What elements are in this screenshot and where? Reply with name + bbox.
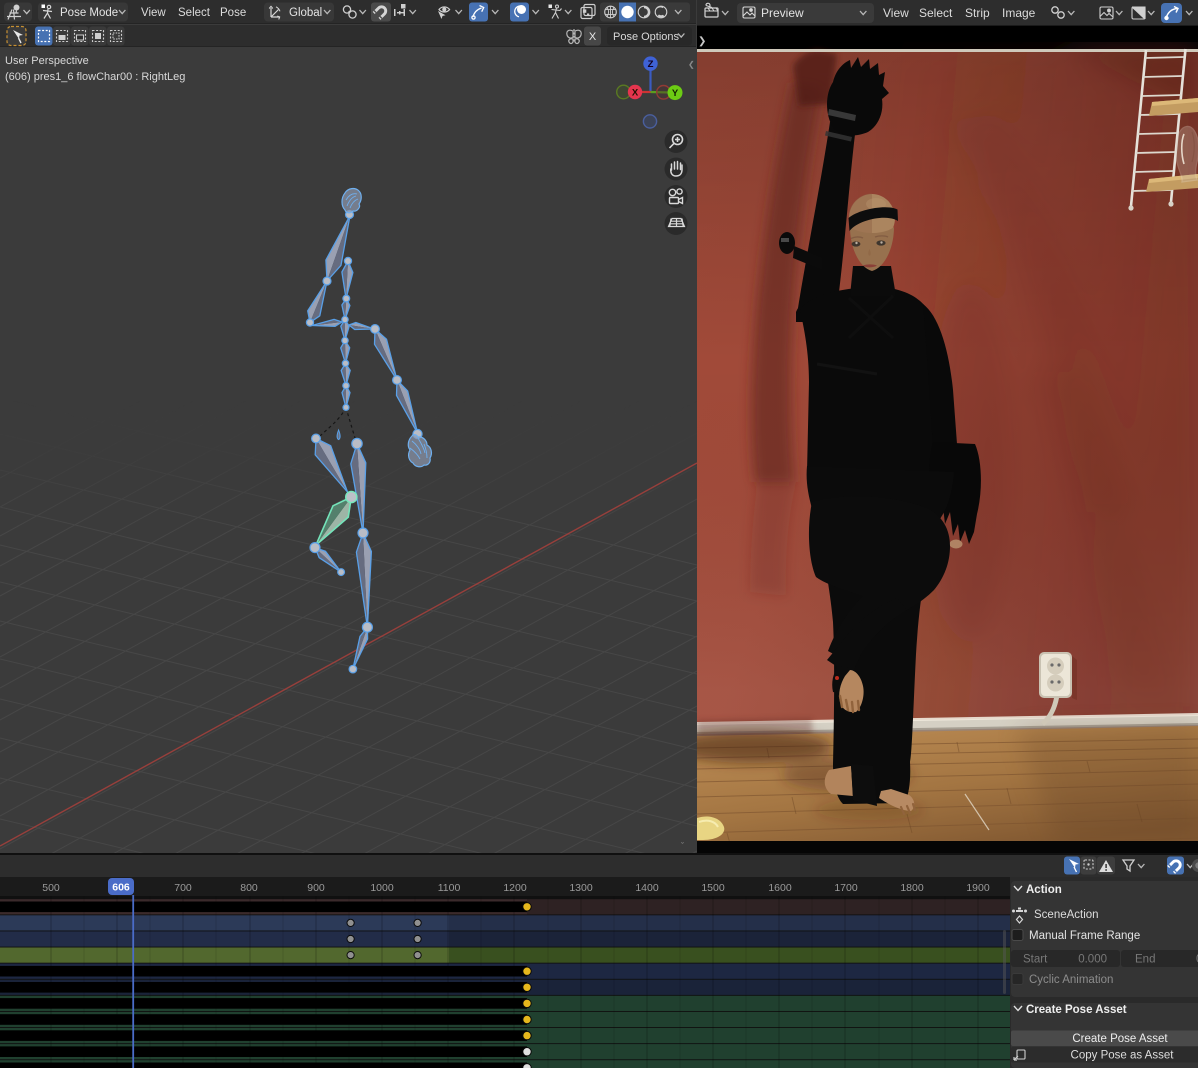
svg-text:1700: 1700 (834, 882, 858, 894)
svg-text:Start: Start (1023, 954, 1048, 966)
svg-text:Select: Select (178, 7, 211, 19)
svg-text:1900: 1900 (966, 882, 990, 894)
svg-text:1100: 1100 (438, 882, 461, 894)
svg-text:700: 700 (174, 882, 192, 894)
svg-text:1200: 1200 (503, 882, 527, 894)
svg-text:Pose: Pose (220, 7, 246, 19)
svg-text:SceneAction: SceneAction (1034, 909, 1099, 921)
svg-text:X: X (589, 31, 597, 43)
svg-text:900: 900 (307, 882, 325, 894)
svg-text:Strip: Strip (965, 6, 990, 20)
svg-text:View: View (883, 6, 909, 20)
svg-text:1600: 1600 (768, 882, 792, 894)
svg-text:Select: Select (919, 6, 953, 20)
svg-text:Create Pose Asset: Create Pose Asset (1026, 1004, 1127, 1016)
svg-text:606: 606 (112, 882, 130, 894)
svg-text:800: 800 (240, 882, 258, 894)
svg-text:Action: Action (1026, 884, 1062, 896)
svg-text:0.000: 0.000 (1078, 954, 1107, 966)
svg-text:1800: 1800 (900, 882, 924, 894)
svg-text:X: X (632, 88, 639, 99)
svg-text:View: View (141, 7, 166, 19)
svg-text:Manual Frame Range: Manual Frame Range (1029, 930, 1140, 942)
svg-text:1400: 1400 (635, 882, 659, 894)
svg-text:1300: 1300 (569, 882, 593, 894)
svg-text:Z: Z (648, 59, 654, 70)
svg-text:Create Pose Asset: Create Pose Asset (1072, 1033, 1168, 1045)
svg-text:Image: Image (1002, 6, 1036, 20)
svg-text:Cyclic Animation: Cyclic Animation (1029, 974, 1113, 986)
svg-text:Pose Mode: Pose Mode (60, 7, 118, 19)
svg-text:Global: Global (289, 7, 322, 19)
svg-text:Y: Y (672, 88, 679, 99)
svg-text:End: End (1135, 954, 1155, 966)
svg-text:1000: 1000 (370, 882, 394, 894)
svg-text:Copy Pose as Asset: Copy Pose as Asset (1071, 1050, 1175, 1062)
svg-text:Preview: Preview (761, 6, 804, 20)
svg-text:Pose Options: Pose Options (613, 31, 680, 43)
svg-text:1500: 1500 (701, 882, 725, 894)
svg-text:500: 500 (42, 882, 60, 894)
